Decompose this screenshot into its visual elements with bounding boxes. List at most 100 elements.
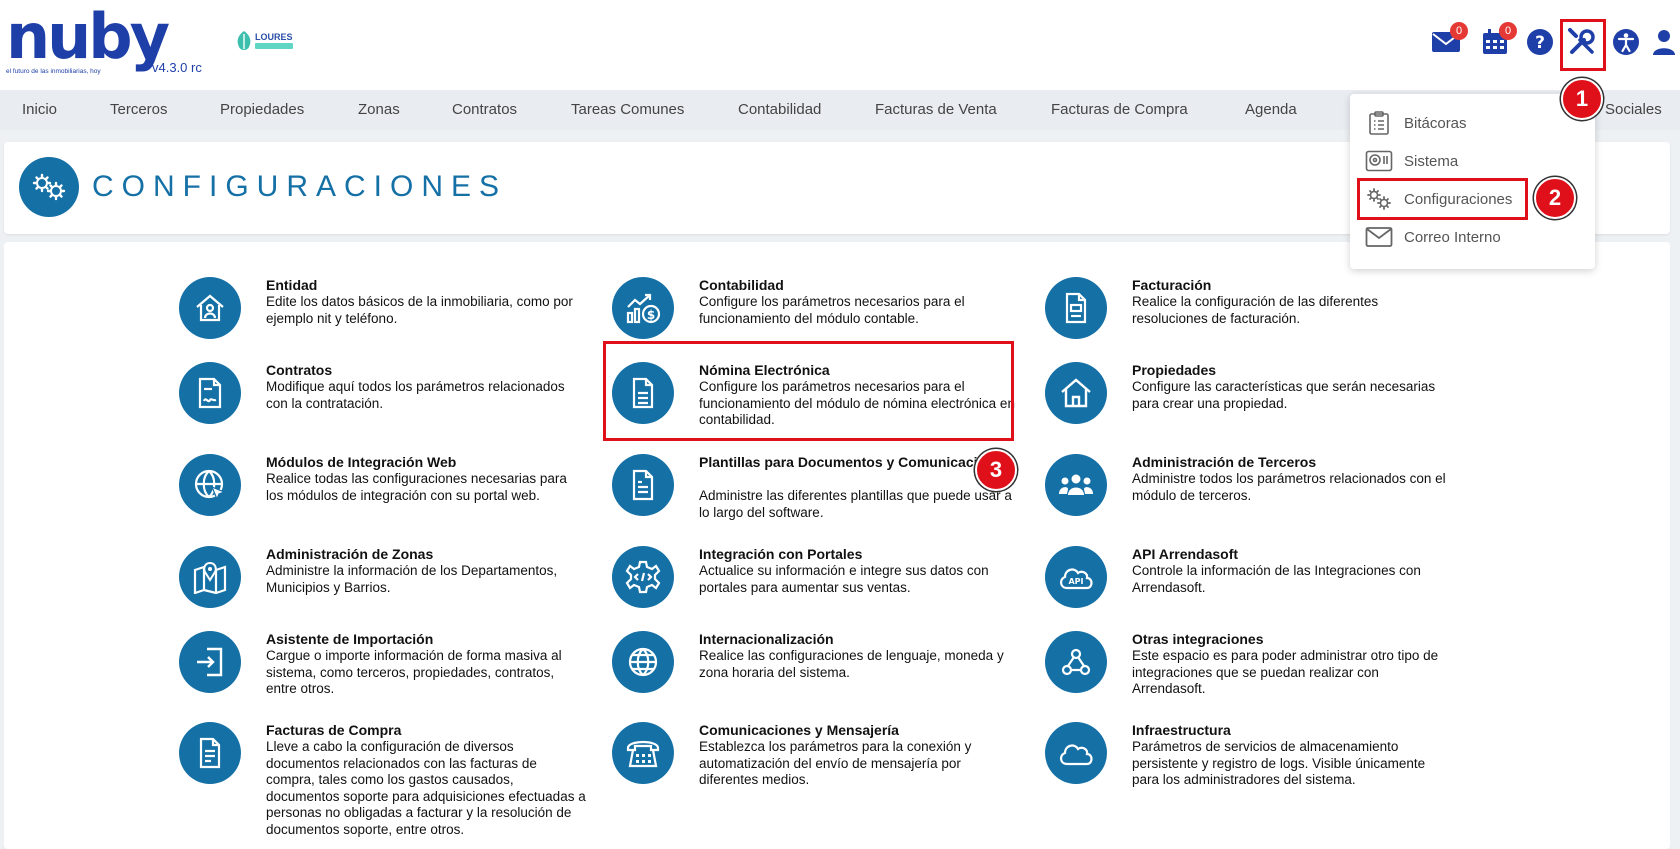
accessibility-icon	[1613, 29, 1639, 55]
module-desc: Realice la configuración de las diferent…	[1132, 294, 1379, 326]
module-name: Comunicaciones y Mensajería	[699, 722, 899, 738]
cloud-api-icon: API	[1045, 546, 1107, 608]
module-name: Contratos	[266, 362, 333, 378]
partner-logo: LOURES	[235, 30, 297, 52]
module-desc: Administre la información de los Departa…	[266, 563, 558, 595]
partner-logo-text: LOURES	[255, 32, 293, 42]
calendar-badge: 0	[1499, 22, 1517, 40]
accessibility-button[interactable]	[1610, 26, 1642, 58]
phone-icon	[612, 722, 674, 784]
invoice-icon	[1045, 277, 1107, 339]
cloud-icon	[1045, 722, 1107, 784]
module-desc: Este espacio es para poder administrar o…	[1132, 648, 1439, 696]
module-name: Facturación	[1132, 277, 1212, 293]
clipboard-list-icon	[1364, 110, 1394, 136]
svg-text:?: ?	[1535, 33, 1545, 53]
svg-text:API: API	[1068, 577, 1083, 586]
contract-icon	[179, 362, 241, 424]
template-icon	[612, 454, 674, 516]
globe-pointer-icon	[179, 454, 241, 516]
nav-item-sociales[interactable]: Sociales	[1605, 101, 1662, 118]
envelope-icon	[1364, 224, 1394, 250]
logo-text: nuby	[6, 0, 170, 73]
module-desc: Administre las diferentes plantillas que…	[699, 488, 1012, 520]
logo-tagline: el futuro de las inmobiliarias, hoy	[6, 68, 101, 75]
module-name: Otras integraciones	[1132, 631, 1264, 647]
house-icon	[1045, 362, 1107, 424]
nav-item-contratos[interactable]: Contratos	[452, 101, 517, 118]
mail-button[interactable]: 0	[1430, 22, 1468, 58]
nav-item-propiedades[interactable]: Propiedades	[220, 101, 304, 118]
user-icon	[1653, 30, 1675, 55]
webhook-icon	[1045, 631, 1107, 693]
calendar-button[interactable]: 0	[1479, 22, 1517, 58]
module-desc: Realice las configuraciones de lenguaje,…	[699, 648, 1004, 680]
module-name: Internacionalización	[699, 631, 834, 647]
step-badge-3: 3	[975, 449, 1017, 491]
module-name: Integración con Portales	[699, 546, 863, 562]
module-name: Facturas de Compra	[266, 722, 402, 738]
nav-item-contabilidad[interactable]: Contabilidad	[738, 101, 821, 118]
highlight-tools-button	[1560, 19, 1606, 71]
version-label: v4.3.0 rc	[152, 60, 202, 75]
chart-money-icon: $	[612, 277, 674, 339]
nav-item-facturas-venta[interactable]: Facturas de Venta	[875, 101, 997, 118]
module-name: API Arrendasoft	[1132, 546, 1239, 562]
module-desc: Controle la información de las Integraci…	[1132, 563, 1421, 595]
module-desc: Cargue o importe información de forma ma…	[266, 648, 562, 696]
module-name: Contabilidad	[699, 277, 784, 293]
module-desc: Realice todas las configuraciones necesa…	[266, 471, 567, 503]
gear-code-icon	[612, 546, 674, 608]
step-badge-2: 2	[1534, 177, 1576, 219]
partner-logo-bar	[255, 43, 293, 49]
nav-item-terceros[interactable]: Terceros	[110, 101, 168, 118]
module-name: Entidad	[266, 277, 318, 293]
dropdown-item-label: Bitácoras	[1404, 114, 1467, 132]
import-icon	[179, 631, 241, 693]
module-name: Administración de Terceros	[1132, 454, 1317, 470]
module-name: Administración de Zonas	[266, 546, 434, 562]
dropdown-item-label: Correo Interno	[1404, 228, 1501, 246]
question-circle-icon: ?	[1527, 29, 1553, 55]
nav-item-facturas-compra[interactable]: Facturas de Compra	[1051, 101, 1188, 118]
help-button[interactable]: ?	[1524, 26, 1556, 58]
module-name: Módulos de Integración Web	[266, 454, 457, 470]
highlight-nomina-electronica	[603, 341, 1014, 441]
module-name: Asistente de Importación	[266, 631, 434, 647]
highlight-configuraciones-item	[1357, 178, 1528, 220]
nav-item-agenda[interactable]: Agenda	[1245, 101, 1297, 118]
module-desc: Administre todos los parámetros relacion…	[1132, 471, 1446, 503]
module-desc: Actualice su información e integre sus d…	[699, 563, 989, 595]
module-desc: Lleve a cabo la configuración de diverso…	[266, 739, 586, 837]
module-desc: Parámetros de servicios de almacenamient…	[1132, 739, 1426, 787]
mail-badge: 0	[1450, 22, 1468, 40]
module-name: Plantillas para Documentos y Comunicacio…	[699, 454, 1011, 470]
user-button[interactable]	[1648, 26, 1680, 58]
nav-item-tareas-comunes[interactable]: Tareas Comunes	[571, 101, 684, 118]
nav-item-zonas[interactable]: Zonas	[358, 101, 400, 118]
module-name: Infraestructura	[1132, 722, 1231, 738]
dropdown-item-correo-interno[interactable]: Correo Interno	[1364, 222, 1501, 252]
nuby-logo[interactable]: nuby el futuro de las inmobiliarias, hoy	[6, 0, 170, 78]
hard-drive-icon	[1364, 148, 1394, 174]
module-desc: Configure las características que serán …	[1132, 379, 1436, 411]
module-desc: Edite los datos básicos de la inmobiliar…	[266, 294, 573, 326]
receipt-icon	[179, 722, 241, 784]
svg-text:$: $	[647, 308, 655, 322]
leaf-icon	[237, 31, 251, 50]
header: nuby el futuro de las inmobiliarias, hoy…	[0, 0, 1680, 90]
module-desc: Modifique aquí todos los parámetros rela…	[266, 379, 565, 411]
users-icon	[1045, 454, 1107, 516]
module-name: Propiedades	[1132, 362, 1217, 378]
dropdown-item-bitacoras[interactable]: Bitácoras	[1364, 108, 1467, 138]
dropdown-item-sistema[interactable]: Sistema	[1364, 146, 1458, 176]
gears-icon	[19, 157, 79, 217]
module-desc: Configure los parámetros necesarios para…	[699, 294, 965, 326]
module-desc: Establezca los parámetros para la conexi…	[699, 739, 972, 787]
nav-item-inicio[interactable]: Inicio	[22, 101, 57, 118]
dropdown-item-label: Sistema	[1404, 152, 1459, 170]
globe-icon	[612, 631, 674, 693]
house-user-icon	[179, 277, 241, 339]
step-badge-1: 1	[1561, 78, 1603, 120]
page-title: CONFIGURACIONES	[92, 170, 508, 203]
